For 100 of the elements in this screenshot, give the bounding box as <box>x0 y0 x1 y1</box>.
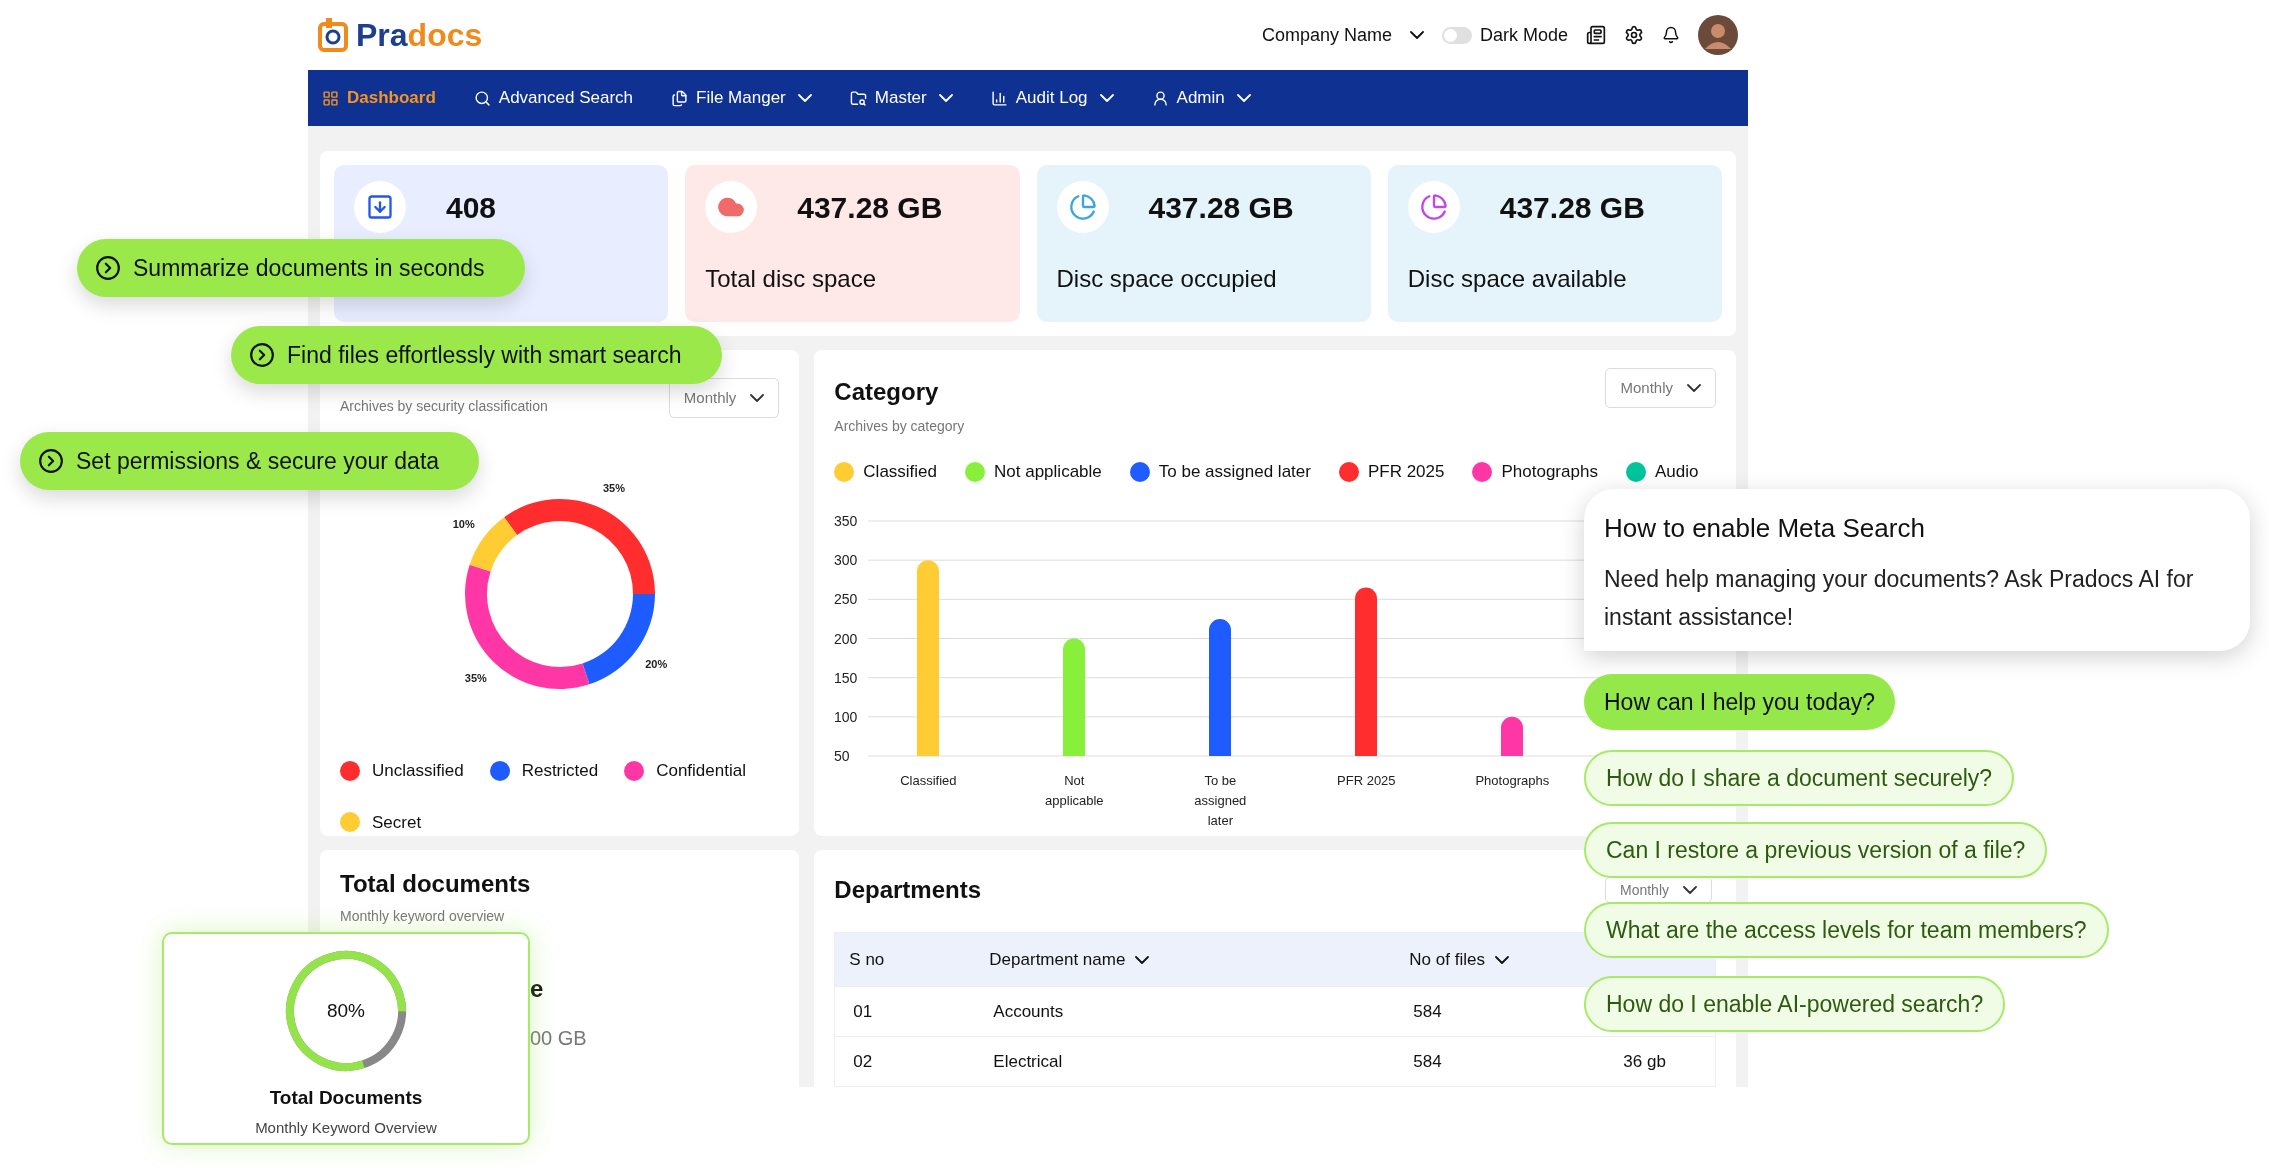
suggestion-chip[interactable]: How do I share a document securely? <box>1584 750 2015 806</box>
feature-pill[interactable]: Set permissions & secure your data <box>20 432 480 490</box>
files-icon <box>671 89 688 107</box>
chevron-circle-icon <box>38 448 64 474</box>
search-icon <box>473 89 491 107</box>
greeting-bubble[interactable]: How can I help you today? <box>1584 674 1896 730</box>
chevron-icon <box>1687 384 1701 392</box>
legend-label: Photographs <box>1501 461 1598 483</box>
feature-pill[interactable]: Find files effortlessly with smart search <box>231 326 722 384</box>
axis-category-label: To be assigned later <box>1193 771 1248 830</box>
legend-label: Classified <box>863 461 938 483</box>
axis-tick-label: 100 <box>834 708 858 725</box>
suggestion-chip[interactable]: What are the access levels for team members? <box>1584 902 2109 958</box>
nav-tab[interactable]: File Manger <box>671 85 812 111</box>
legend-label: Secret <box>372 811 422 834</box>
feature-text: Summarize documents in seconds <box>133 253 485 283</box>
summary-value: 00 GB <box>530 1026 588 1051</box>
table-cell-text: 584 <box>1412 1000 1442 1023</box>
axis-category-label: Photographs <box>1474 771 1551 790</box>
chevron-icon <box>750 394 765 402</box>
feature-pill[interactable]: Summarize documents in seconds <box>77 239 525 297</box>
card-subtitle: Archives by category <box>834 417 965 436</box>
chevron-icon <box>1409 31 1424 39</box>
stat-value: 437.28 GB <box>1148 189 1294 226</box>
axis-tick-label: 200 <box>834 630 858 646</box>
avatar[interactable] <box>1698 15 1738 55</box>
chevron-circle-icon <box>249 342 275 368</box>
period-dropdown[interactable]: Monthly <box>668 378 780 418</box>
logo-icon <box>318 18 350 52</box>
period-dropdown[interactable]: Monthly <box>1604 877 1712 903</box>
nav-tab[interactable]: Advanced Search <box>473 85 633 111</box>
slice-label: 10% <box>452 518 475 531</box>
column-header[interactable]: No of files <box>1409 946 1509 973</box>
column-header[interactable]: S no <box>849 946 885 973</box>
dark-mode-toggle[interactable] <box>1441 26 1472 44</box>
nav-tab[interactable]: Admin <box>1151 85 1251 111</box>
period-dropdown[interactable]: Monthly <box>1605 368 1716 408</box>
axis-tick-label: 250 <box>834 590 858 607</box>
legend-label: Confidential <box>656 760 746 782</box>
company-dropdown[interactable]: Company Name <box>1261 21 1424 49</box>
settings-icon[interactable] <box>1624 25 1644 45</box>
legend-label: Not applicable <box>994 461 1102 483</box>
slice-label: 35% <box>602 481 625 494</box>
table-cell-text: 36 gb <box>1622 1050 1666 1073</box>
suggestion-chip[interactable]: How do I enable AI-powered search? <box>1584 976 2006 1032</box>
pie-chart-icon <box>1419 193 1448 221</box>
feature-text: Find files effortlessly with smart search <box>287 340 682 370</box>
nav-tab[interactable]: Master <box>849 85 953 111</box>
stat-value: 437.28 GB <box>797 189 943 226</box>
stat-label: Disc space occupied <box>1056 264 1277 294</box>
bar-chart-icon <box>990 89 1008 107</box>
legend-label: Restricted <box>521 760 599 782</box>
folder-icon <box>849 89 867 107</box>
card-subtitle: Monthly keyword overview <box>340 907 505 926</box>
download-box-icon <box>366 193 394 221</box>
sort-icon <box>1494 955 1509 964</box>
slice-label: 35% <box>464 672 487 685</box>
nav-tab[interactable]: Audit Log <box>990 85 1114 111</box>
chevron-icon <box>797 94 812 102</box>
card-subtitle: Archives by security classification <box>340 397 548 416</box>
card-title: Departments <box>834 875 982 905</box>
document-icon[interactable] <box>1586 25 1606 45</box>
column-header[interactable]: Department name <box>989 946 1150 973</box>
table-cell-text: Electrical <box>992 1050 1063 1073</box>
grid-icon <box>322 89 339 107</box>
notification-icon[interactable] <box>1662 26 1680 44</box>
legend-label: To be assigned later <box>1158 461 1311 483</box>
progress-title: Total Documents <box>269 1086 423 1110</box>
summary-title: e <box>530 974 545 1004</box>
progress-reading: 80% <box>327 998 365 1023</box>
chevron-circle-icon <box>95 255 121 281</box>
stat-value: 437.28 GB <box>1499 189 1645 226</box>
logo-text[interactable]: Pradocs <box>356 19 483 51</box>
feature-text: Set permissions & secure your data <box>76 446 440 476</box>
chevron-icon <box>1683 886 1697 894</box>
chevron-icon <box>1099 94 1114 102</box>
table-cell-text: 584 <box>1412 1050 1442 1073</box>
chevron-icon <box>938 94 953 102</box>
axis-tick-label: 350 <box>834 512 858 529</box>
sort-icon <box>1135 955 1150 964</box>
assistant-message: Need help managing your documents? Ask Pradocs AI for instant assistance! <box>1604 565 2195 632</box>
axis-category-label: Not applicable <box>1044 771 1105 810</box>
nav-tab[interactable]: Dashboard <box>322 85 436 111</box>
dark-mode-label: Dark Mode <box>1479 23 1568 47</box>
table-cell-text: 01 <box>852 1000 873 1023</box>
table-cell-text: 02 <box>852 1050 873 1073</box>
axis-category-label: PFR 2025 <box>1336 771 1397 790</box>
stat-label: Total disc space <box>705 264 876 294</box>
assistant-title: How to enable Meta Search <box>1604 512 1925 545</box>
chevron-icon <box>1236 94 1251 102</box>
axis-tick-label: 150 <box>834 669 858 686</box>
legend-label: PFR 2025 <box>1367 461 1445 483</box>
progress-subtitle: Monthly Keyword Overview <box>255 1117 437 1138</box>
table-cell-text: Accounts <box>992 1000 1064 1023</box>
axis-tick-label: 300 <box>834 551 858 568</box>
card-title: Category <box>834 377 940 407</box>
legend-label: Unclassified <box>372 760 464 782</box>
suggestion-chip[interactable]: Can I restore a previous version of a file? <box>1584 822 2048 878</box>
stat-value: 408 <box>446 189 497 226</box>
card-title: Total documents <box>340 869 531 899</box>
